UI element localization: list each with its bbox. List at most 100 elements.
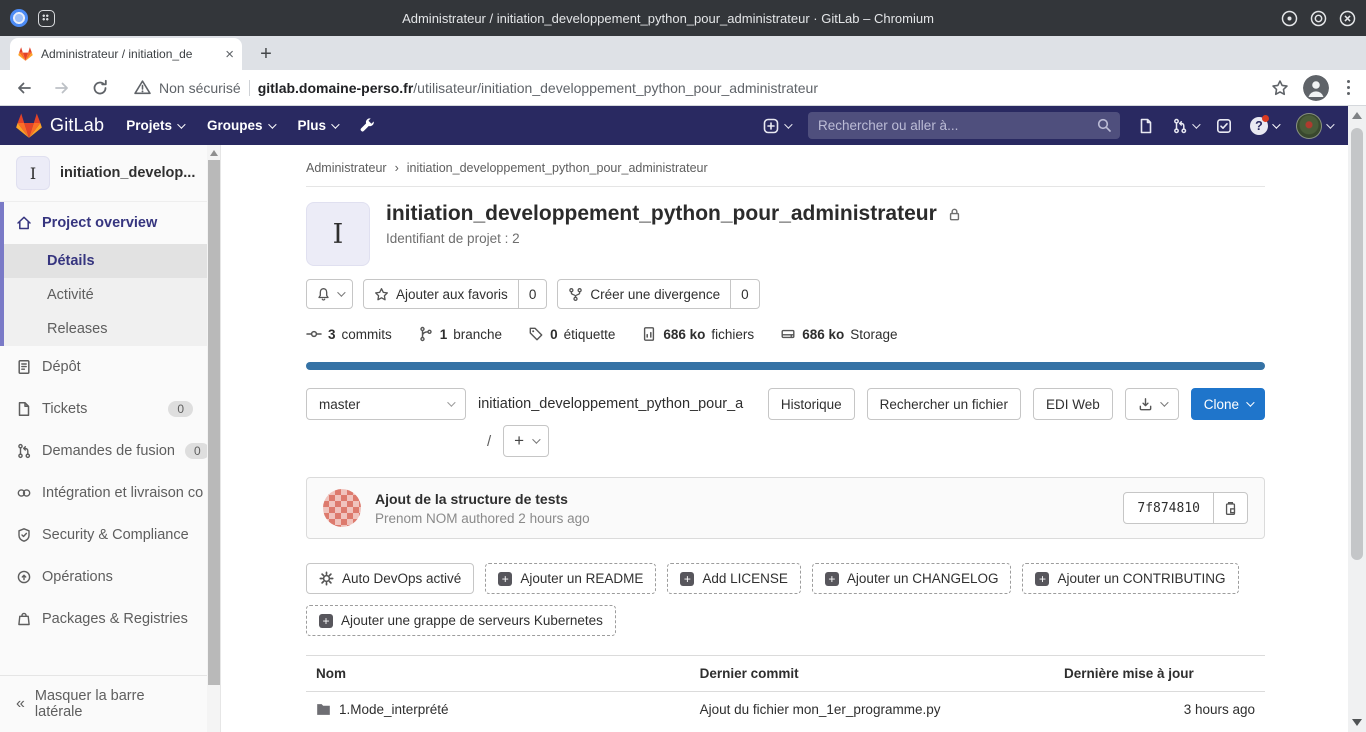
- sidebar-item-demandes-de-fusion[interactable]: Demandes de fusion 0: [0, 430, 207, 472]
- breadcrumb: Administrateur › initiation_developpemen…: [306, 145, 1265, 187]
- language-bar[interactable]: [306, 362, 1265, 370]
- add-file-button[interactable]: +: [503, 425, 549, 457]
- issues-icon[interactable]: [1138, 118, 1154, 134]
- stat-branches[interactable]: 1branche: [418, 326, 502, 342]
- tab-strip: Administrateur / initiation_de × +: [0, 36, 1366, 70]
- download-button[interactable]: [1125, 388, 1179, 420]
- chevron-down-icon: [268, 120, 276, 128]
- fork-count[interactable]: 0: [730, 280, 759, 308]
- table-row[interactable]: 1.Mode_interprété Ajout du fichier mon_1…: [306, 692, 1265, 728]
- scroll-up-arrow-icon[interactable]: [1352, 112, 1362, 119]
- search-input[interactable]: [808, 112, 1120, 139]
- breadcrumb-parent[interactable]: Administrateur: [306, 161, 387, 175]
- bookmark-star-icon[interactable]: [1271, 79, 1289, 97]
- todos-icon[interactable]: [1216, 118, 1232, 134]
- sidebar-item-project-overview[interactable]: Project overview: [4, 202, 207, 244]
- stat-files[interactable]: 686 kofichiers: [641, 326, 754, 342]
- repo-path[interactable]: initiation_developpement_python_pour_a: [478, 396, 756, 412]
- stat-storage[interactable]: 686 koStorage: [780, 326, 897, 342]
- reload-icon[interactable]: [88, 76, 112, 100]
- collapse-sidebar-button[interactable]: « Masquer la barre latérale: [0, 675, 207, 732]
- page-scrollbar[interactable]: [1348, 106, 1366, 732]
- user-menu[interactable]: [1296, 113, 1332, 139]
- sidebar-item-depot[interactable]: Dépôt: [0, 346, 207, 388]
- add-changelog-button[interactable]: +Ajouter un CHANGELOG: [812, 563, 1012, 594]
- browser-tab[interactable]: Administrateur / initiation_de ×: [10, 38, 242, 70]
- add-readme-button[interactable]: +Ajouter un README: [485, 563, 656, 594]
- sidebar-scrollbar[interactable]: [207, 145, 221, 732]
- fork-project-button[interactable]: Créer une divergence 0: [557, 279, 759, 309]
- nav-plus[interactable]: Plus: [298, 118, 338, 133]
- page-title: initiation_developpement_python_pour_adm…: [386, 202, 937, 226]
- folder-name[interactable]: 1.Mode_interprété: [339, 702, 449, 717]
- add-contributing-button[interactable]: +Ajouter un CONTRIBUTING: [1022, 563, 1238, 594]
- merge-requests-icon[interactable]: [1172, 118, 1198, 134]
- apps-grid-icon[interactable]: [38, 10, 55, 27]
- close-button[interactable]: [1339, 10, 1356, 27]
- web-ide-button[interactable]: EDI Web: [1033, 388, 1113, 420]
- breadcrumb-current[interactable]: initiation_developpement_python_pour_adm…: [407, 161, 708, 175]
- stat-commits[interactable]: 3commits: [306, 326, 392, 342]
- sidebar-item-packages-registries[interactable]: Packages & Registries: [0, 598, 207, 640]
- back-icon[interactable]: [12, 76, 36, 100]
- notifications-button[interactable]: [306, 279, 353, 309]
- tab-close-icon[interactable]: ×: [225, 47, 234, 62]
- column-header-derniere-mise-a-jour: Dernière mise à jour: [1054, 656, 1265, 692]
- tanuki-icon: [16, 113, 42, 138]
- star-count[interactable]: 0: [518, 280, 547, 308]
- page-scrollbar-thumb[interactable]: [1351, 128, 1363, 560]
- commit-title[interactable]: Ajout de la structure de tests: [375, 491, 590, 507]
- chevron-down-icon: [447, 398, 455, 406]
- forward-icon[interactable]: [50, 76, 74, 100]
- branch-selector[interactable]: master: [306, 388, 466, 420]
- new-tab-button[interactable]: +: [252, 40, 280, 68]
- new-menu-button[interactable]: [763, 118, 790, 134]
- sidebar-scrollbar-thumb[interactable]: [208, 160, 220, 685]
- minimize-button[interactable]: [1281, 10, 1298, 27]
- history-button[interactable]: Historique: [768, 388, 855, 420]
- maximize-button[interactable]: [1310, 10, 1327, 27]
- star-project-button[interactable]: Ajouter aux favoris 0: [363, 279, 547, 309]
- clone-button[interactable]: Clone: [1191, 388, 1265, 420]
- nav-projets[interactable]: Projets: [126, 118, 183, 133]
- chevron-down-icon: [1272, 120, 1280, 128]
- sidebar-item-tickets[interactable]: Tickets 0: [0, 388, 207, 430]
- auto-devops-button[interactable]: Auto DevOps activé: [306, 563, 474, 594]
- browser-profile-avatar[interactable]: [1303, 75, 1329, 101]
- sidebar-item-ci-cd[interactable]: Intégration et livraison co: [0, 472, 207, 514]
- commit-author-avatar[interactable]: [323, 489, 361, 527]
- file-table: Nom Dernier commit Dernière mise à jour …: [306, 655, 1265, 727]
- url-text[interactable]: gitlab.domaine-perso.fr/utilisateur/init…: [258, 80, 818, 96]
- operations-icon: [16, 569, 32, 585]
- nav-groupes[interactable]: Groupes: [207, 118, 274, 133]
- commit-sha[interactable]: 7f874810: [1124, 493, 1213, 523]
- sidebar-item-releases[interactable]: Releases: [4, 312, 207, 346]
- url-path: /utilisateur/initiation_developpement_py…: [413, 80, 818, 96]
- add-kubernetes-cluster-button[interactable]: +Ajouter une grappe de serveurs Kubernet…: [306, 605, 616, 636]
- mr-count-badge: 0: [185, 443, 207, 459]
- sidebar-item-security-compliance[interactable]: Security & Compliance: [0, 514, 207, 556]
- chevron-down-icon: [784, 120, 792, 128]
- sidebar-item-operations[interactable]: Opérations: [0, 556, 207, 598]
- copy-sha-button[interactable]: [1213, 493, 1247, 523]
- help-menu[interactable]: ?: [1250, 117, 1278, 135]
- notification-dot: [1262, 115, 1269, 122]
- sidebar-project-header[interactable]: I initiation_develop...: [0, 145, 207, 202]
- gitlab-logo[interactable]: GitLab: [16, 113, 104, 138]
- last-commit-box: Ajout de la structure de tests Prenom NO…: [306, 477, 1265, 539]
- sidebar-item-activite[interactable]: Activité: [4, 278, 207, 312]
- add-license-button[interactable]: +Add LICENSE: [667, 563, 801, 594]
- scroll-down-arrow-icon[interactable]: [1352, 719, 1362, 726]
- admin-wrench-icon[interactable]: [359, 117, 376, 134]
- browser-menu-icon[interactable]: [1343, 80, 1354, 95]
- path-separator: /: [487, 433, 491, 450]
- sidebar-item-details[interactable]: Détails: [4, 244, 207, 278]
- scroll-up-arrow-icon[interactable]: [210, 150, 218, 156]
- find-file-button[interactable]: Rechercher un fichier: [867, 388, 1021, 420]
- chevron-down-icon: [177, 120, 185, 128]
- security-label[interactable]: Non sécurisé: [159, 80, 241, 96]
- row-commit-message[interactable]: Ajout du fichier mon_1er_programme.py: [690, 692, 1054, 728]
- chevron-down-icon: [532, 435, 540, 443]
- stat-tags[interactable]: 0étiquette: [528, 326, 615, 342]
- omnibox[interactable]: Non sécurisé gitlab.domaine-perso.fr/uti…: [126, 79, 1257, 96]
